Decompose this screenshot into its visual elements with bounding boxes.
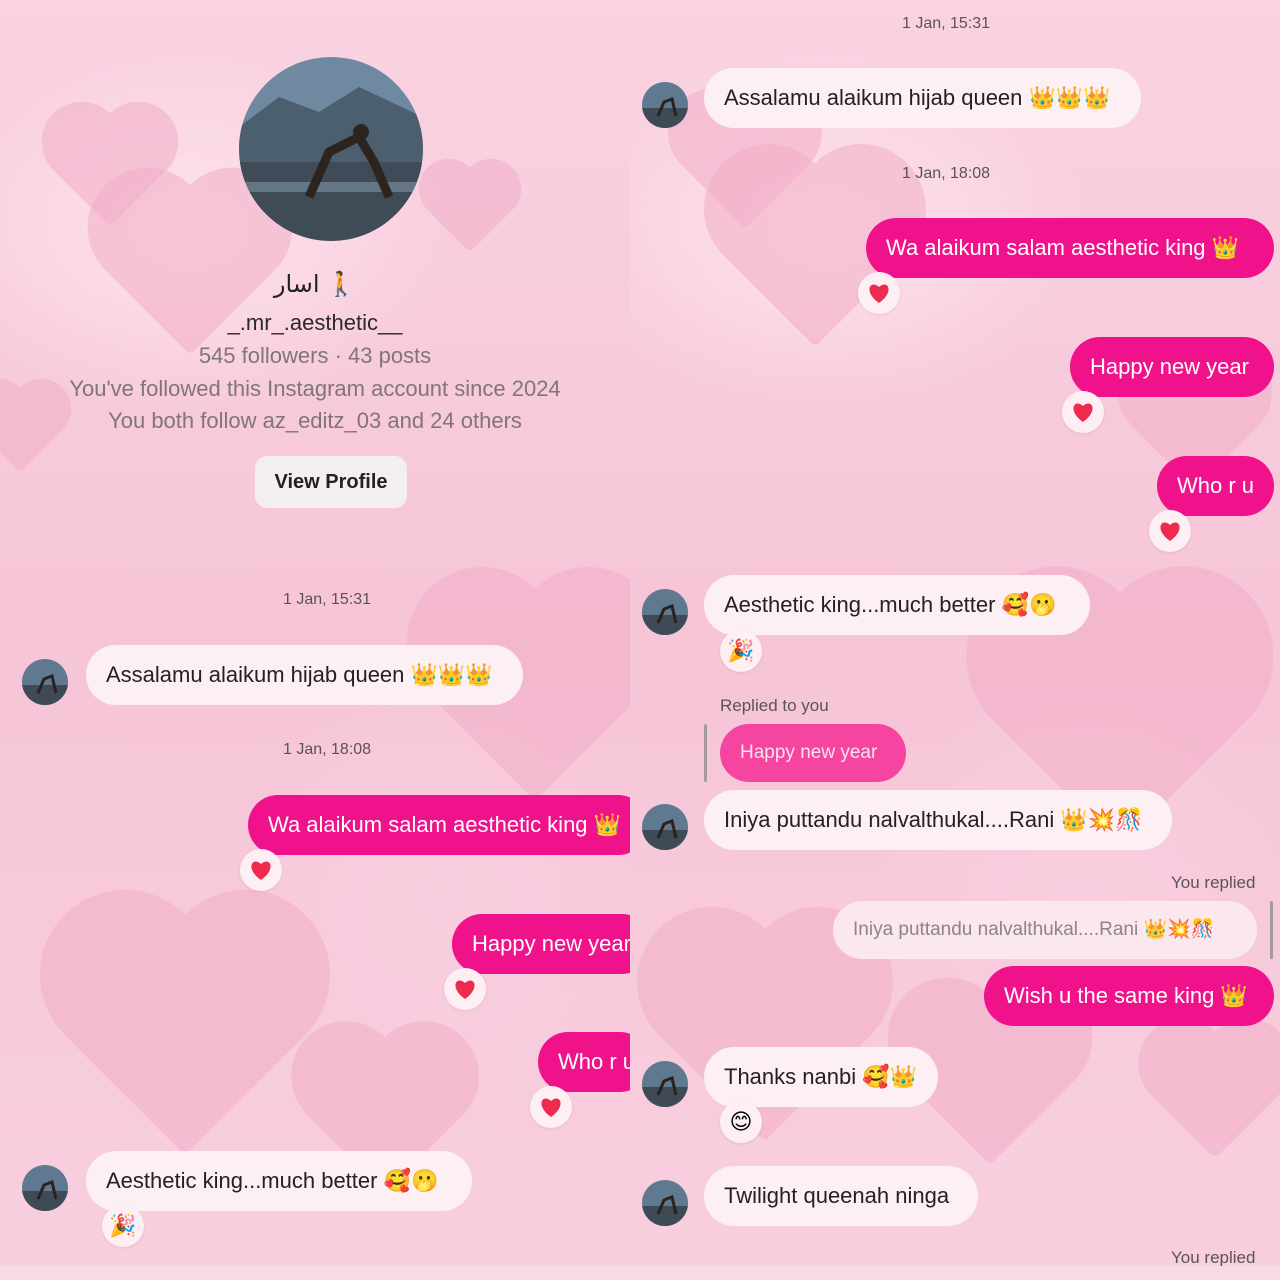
reaction-badge[interactable]: 😊 (720, 1101, 762, 1143)
reply-indicator-bar (704, 724, 707, 782)
reaction-badge[interactable]: 🎉 (102, 1205, 144, 1247)
incoming-message[interactable]: Aesthetic king...much better 🥰🫢 (704, 575, 1090, 635)
timestamp: 1 Jan, 18:08 (902, 165, 991, 182)
reaction-badge[interactable] (1062, 391, 1104, 433)
outgoing-message[interactable]: Who r u (1157, 456, 1274, 516)
smiling-face-icon: 😊 (729, 1109, 753, 1134)
red-heart-icon (1073, 403, 1093, 422)
quoted-message[interactable]: Iniya puttandu nalvalthukal....Rani 👑💥🎊 (833, 901, 1257, 959)
bottom-strip (0, 1266, 630, 1280)
party-popper-icon: 🎉 (727, 638, 755, 663)
bottom-strip (630, 1266, 1280, 1280)
reaction-badge[interactable]: 🎉 (720, 630, 762, 672)
outgoing-message[interactable]: Wa alaikum salam aesthetic king 👑 (248, 795, 630, 855)
profile-stats: 545 followers · 43 posts (198, 343, 432, 368)
outgoing-message[interactable]: Happy new year (452, 914, 630, 974)
incoming-message[interactable]: Aesthetic king...much better 🥰🫢 (86, 1151, 472, 1211)
profile-mutuals: You both follow az_editz_03 and 24 other… (108, 408, 522, 433)
sender-avatar[interactable] (642, 804, 688, 850)
incoming-message[interactable]: Iniya puttandu nalvalthukal....Rani 👑💥🎊 (704, 790, 1172, 850)
quoted-message[interactable]: Happy new year (720, 724, 906, 782)
left-panel: اسار 🚶 _.mr_.aesthetic__ 545 followers ·… (0, 0, 630, 1280)
reaction-badge[interactable] (240, 849, 282, 891)
outgoing-message[interactable]: Happy new year (1070, 337, 1274, 397)
timestamp: 1 Jan, 15:31 (283, 591, 372, 608)
reaction-badge[interactable] (444, 968, 486, 1010)
sender-avatar[interactable] (22, 1165, 68, 1211)
red-heart-icon (1160, 522, 1180, 541)
right-panel: 1 Jan, 15:31 Assalamu alaikum hijab quee… (630, 0, 1280, 1280)
view-profile-button[interactable]: View Profile (255, 456, 407, 508)
profile-username: _.mr_.aesthetic__ (227, 310, 403, 335)
sender-avatar[interactable] (642, 589, 688, 635)
red-heart-icon (455, 980, 475, 999)
you-replied-label: You replied (1171, 1248, 1256, 1267)
timestamp: 1 Jan, 15:31 (902, 15, 991, 32)
profile-followed-since: You've followed this Instagram account s… (69, 376, 561, 401)
you-replied-label: You replied (1171, 873, 1256, 892)
timestamp: 1 Jan, 18:08 (283, 741, 372, 758)
sender-avatar[interactable] (642, 1180, 688, 1226)
sender-avatar[interactable] (642, 1061, 688, 1107)
red-heart-icon (251, 861, 271, 880)
incoming-message[interactable]: Assalamu alaikum hijab queen 👑👑👑 (86, 645, 523, 705)
incoming-message[interactable]: Thanks nanbi 🥰👑 (704, 1047, 938, 1107)
sender-avatar[interactable] (642, 82, 688, 128)
outgoing-message[interactable]: Who r u (538, 1032, 630, 1092)
red-heart-icon (541, 1098, 561, 1117)
party-popper-icon: 🎉 (109, 1213, 137, 1238)
replied-to-you-label: Replied to you (720, 696, 829, 715)
profile-display-name: اسار 🚶 (273, 271, 357, 298)
reaction-badge[interactable] (858, 272, 900, 314)
outgoing-message[interactable]: Wish u the same king 👑 (984, 966, 1274, 1026)
profile-avatar[interactable] (239, 57, 423, 241)
outgoing-message[interactable]: Wa alaikum salam aesthetic king 👑 (866, 218, 1274, 278)
incoming-message[interactable]: Assalamu alaikum hijab queen 👑👑👑 (704, 68, 1141, 128)
reaction-badge[interactable] (530, 1086, 572, 1128)
incoming-message[interactable]: Twilight queenah ninga (704, 1166, 978, 1226)
reaction-badge[interactable] (1149, 510, 1191, 552)
red-heart-icon (869, 284, 889, 303)
sender-avatar[interactable] (22, 659, 68, 705)
reply-indicator-bar (1270, 901, 1273, 959)
